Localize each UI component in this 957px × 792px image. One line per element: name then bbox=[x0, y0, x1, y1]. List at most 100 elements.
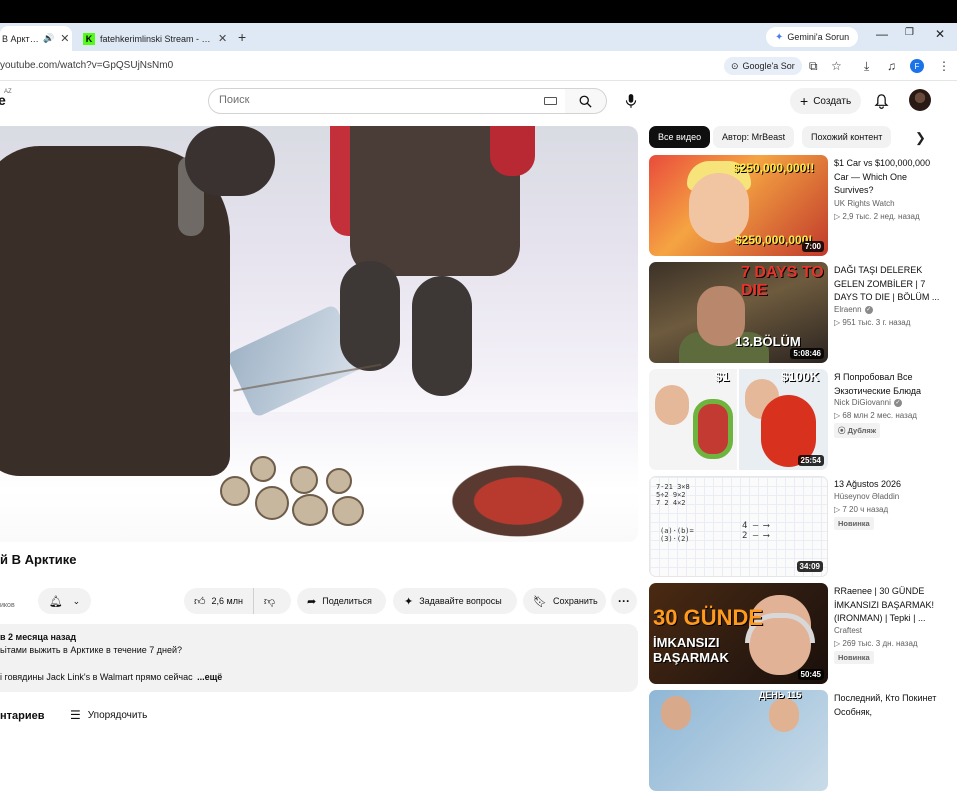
close-window-icon[interactable]: ✕ bbox=[935, 27, 945, 41]
video-thumbnail[interactable]: ДЕНЬ 115 bbox=[649, 690, 828, 791]
region-label: AZ bbox=[4, 89, 12, 95]
thumb-text: $250,000,000!! bbox=[733, 161, 815, 175]
chip-from-author[interactable]: Автор: MrBeast bbox=[713, 126, 795, 148]
notifications-button[interactable] bbox=[870, 90, 892, 112]
keyboard-icon[interactable] bbox=[544, 97, 557, 105]
recommendation-title[interactable]: RRaenee | 30 GÜNDE İMKANSIZI BAŞARMAK! (… bbox=[834, 585, 942, 626]
video-duration: 50:45 bbox=[797, 669, 824, 680]
recommendation-title[interactable]: 13 Ağustos 2026 bbox=[834, 478, 942, 492]
browser-profile-avatar[interactable]: F bbox=[910, 59, 924, 73]
recommendation-item[interactable]: $250,000,000!! $250,000,000! 7:00 $1 Car… bbox=[649, 155, 949, 257]
description-line: ьітами выжить в Арктике в течение 7 дней… bbox=[0, 645, 183, 655]
video-thumbnail[interactable]: $1 $100K 25:54 bbox=[649, 369, 828, 470]
video-thumbnail[interactable]: $250,000,000!! $250,000,000! 7:00 bbox=[649, 155, 828, 256]
channel-name: UK Rights Watch bbox=[834, 199, 895, 208]
cast-icon[interactable]: ⧉ bbox=[809, 59, 818, 74]
new-tab-icon[interactable]: + bbox=[238, 29, 246, 45]
video-thumbnail[interactable]: 7 DAYS TO DIE 13.BÖLÜM 5:08:46 bbox=[649, 262, 828, 363]
new-badge: Новинка bbox=[834, 517, 874, 530]
more-actions-button[interactable]: ··· bbox=[611, 588, 637, 614]
chip-all[interactable]: Все видео bbox=[649, 126, 711, 148]
video-player[interactable] bbox=[0, 126, 638, 542]
recommendation-channel[interactable]: UK Rights Watch bbox=[834, 199, 895, 208]
gemini-button[interactable]: ✦ Gemini'a Sorun bbox=[766, 27, 859, 47]
recommendation-channel[interactable]: Hüseynov Əladdin bbox=[834, 492, 899, 501]
thumb-text: 13.BÖLÜM bbox=[735, 334, 801, 349]
thumb-text: 7 DAYS TO DIE bbox=[741, 264, 824, 299]
close-tab-icon[interactable]: ✕ bbox=[218, 32, 227, 45]
recommendation-title[interactable]: $1 Car vs $100,000,000 Car — Which One S… bbox=[834, 157, 942, 198]
bookmark-star-icon[interactable]: ☆ bbox=[831, 59, 842, 73]
recommendation-channel[interactable]: Craftest bbox=[834, 626, 862, 635]
recommendation-channel[interactable]: Nick DiGiovanni ✓ bbox=[834, 398, 902, 407]
ask-label: Задавайте вопросы bbox=[419, 596, 502, 606]
search-box bbox=[208, 88, 566, 114]
chip-related[interactable]: Похожий контент bbox=[802, 126, 892, 148]
voice-search-button[interactable] bbox=[618, 88, 644, 114]
thumb-art bbox=[661, 696, 691, 730]
media-control-icon[interactable]: ♫ bbox=[887, 59, 896, 73]
like-button[interactable]: 👍︎ 2,6 млн bbox=[184, 588, 254, 614]
google-lens-button[interactable]: ⊙ Google'a Sor bbox=[724, 57, 802, 75]
search-button[interactable] bbox=[565, 88, 607, 114]
channel-name: Hüseynov Əladdin bbox=[834, 492, 900, 501]
restore-icon[interactable]: ❐ bbox=[905, 27, 914, 38]
new-badge: Новинка bbox=[834, 651, 874, 664]
browser-tab-kick[interactable]: K fatehkerimlinski Stream - Watch ✕ bbox=[80, 26, 240, 51]
recommendation-meta: ▷ 269 тыс. 3 дн. назад bbox=[834, 639, 918, 648]
close-tab-icon[interactable]: ✕ bbox=[60, 32, 69, 45]
recommendation-title[interactable]: Я Попробовал Все Экзотические Блюда bbox=[834, 371, 942, 398]
recommendation-item[interactable]: 7-21 3×8 5÷2 9×2 7 2 4×2 (a)·(b)= (3)·(2) 4… bbox=[649, 476, 949, 578]
share-arrow-icon: ➦ bbox=[307, 595, 317, 608]
create-button[interactable]: + Создать bbox=[790, 88, 862, 114]
download-icon[interactable]: ⤓ bbox=[864, 59, 869, 74]
user-avatar[interactable] bbox=[909, 89, 931, 111]
thumbs-up-icon: 👍︎ bbox=[194, 595, 206, 608]
ask-button[interactable]: ✦ Задавайте вопросы bbox=[393, 588, 517, 614]
thumbs-down-icon: 👎︎ bbox=[263, 595, 276, 608]
recommendation-item[interactable]: 30 GÜNDE İMKANSIZI BAŞARMAK 50:45 RRaene… bbox=[649, 583, 949, 685]
thumb-art bbox=[769, 698, 799, 732]
speaker-icon[interactable]: 🔊 bbox=[43, 33, 54, 44]
microphone-icon bbox=[625, 94, 637, 108]
thumb-art bbox=[693, 399, 733, 459]
save-button[interactable]: 🔖︎ Сохранить bbox=[523, 588, 606, 614]
video-frame-glove bbox=[412, 276, 472, 396]
views-date: в 2 месяца назад bbox=[0, 632, 77, 642]
thumb-text: $100K bbox=[781, 369, 820, 384]
dubbed-badge: ⦿ Дубляж bbox=[834, 423, 881, 438]
notification-preference-button[interactable]: 🔔︎ ⌄ bbox=[38, 588, 91, 614]
description-box[interactable]: в 2 месяца назад ьітами выжить в Арктике… bbox=[0, 624, 638, 692]
more-horizontal-icon: ··· bbox=[618, 594, 630, 608]
recommendation-meta: ▷ 2,9 тыс. 2 нед. назад bbox=[834, 212, 920, 221]
video-duration: 5:08:46 bbox=[790, 348, 824, 359]
show-more-link[interactable]: ...ещё bbox=[197, 672, 222, 682]
video-thumbnail[interactable]: 30 GÜNDE İMKANSIZI BAŞARMAK 50:45 bbox=[649, 583, 828, 684]
chevron-down-icon: ⌄ bbox=[72, 595, 81, 606]
video-thumbnail[interactable]: 7-21 3×8 5÷2 9×2 7 2 4×2 (a)·(b)= (3)·(2) 4… bbox=[649, 476, 828, 577]
share-button[interactable]: ➦ Поделиться bbox=[297, 588, 386, 614]
recommendation-meta: ▷ 68 млн 2 мес. назад bbox=[834, 411, 917, 420]
youtube-header: e AZ + Создать bbox=[0, 82, 957, 120]
dislike-button[interactable]: 👎︎ bbox=[254, 595, 275, 608]
recommendation-item[interactable]: ДЕНЬ 115 Последний, Кто Покинет Особняк, bbox=[649, 690, 949, 792]
recommendation-title[interactable]: Последний, Кто Покинет Особняк, bbox=[834, 692, 942, 719]
filter-chips: Все видео Автор: MrBeast Похожий контент bbox=[649, 126, 939, 148]
url-text[interactable]: youtube.com/watch?v=GpQSUjNsNm0 bbox=[0, 60, 173, 71]
save-label: Сохранить bbox=[552, 596, 598, 606]
browser-menu-icon[interactable]: ⋮ bbox=[938, 59, 950, 73]
search-input[interactable] bbox=[219, 94, 539, 106]
recommendation-title[interactable]: DAĞI TAŞI DELEREK GELEN ZOMBİLER | 7 DAY… bbox=[834, 264, 942, 305]
description-line: і говядины Jack Link's в Walmart прямо с… bbox=[0, 672, 222, 682]
thumb-text: İMKANSIZI BAŞARMAK bbox=[653, 635, 729, 665]
browser-tab-active[interactable]: В Арктике 🔊 ✕ bbox=[0, 26, 72, 51]
minimize-icon[interactable]: — bbox=[876, 27, 888, 41]
recommendation-item[interactable]: $1 $100K 25:54 Я Попробовал Все Экзотиче… bbox=[649, 369, 949, 471]
recommendation-channel[interactable]: Elraenn ✓ bbox=[834, 305, 873, 314]
screen-top-border bbox=[0, 0, 957, 23]
channel-subscribers: иков bbox=[0, 602, 15, 609]
bell-icon: 🔔︎ bbox=[48, 595, 63, 608]
recommendation-item[interactable]: 7 DAYS TO DIE 13.BÖLÜM 5:08:46 DAĞI TAŞI… bbox=[649, 262, 949, 364]
chevron-right-icon[interactable]: ❯ bbox=[915, 130, 926, 146]
thumb-text: 30 GÜNDE bbox=[653, 605, 764, 630]
